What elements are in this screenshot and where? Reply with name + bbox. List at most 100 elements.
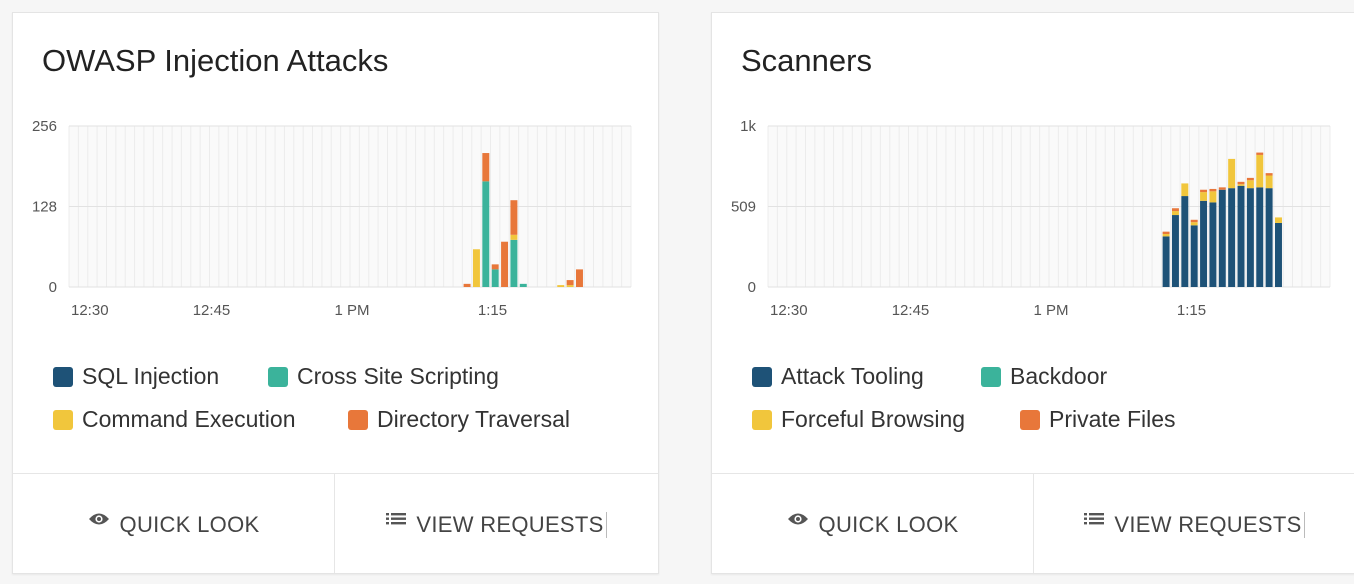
quick-look-button[interactable]: QUICK LOOK — [13, 474, 334, 584]
bar-segment — [1181, 196, 1189, 287]
bar-segment — [1256, 187, 1264, 287]
bar-segment — [1237, 184, 1245, 186]
scanners-card: Scanners 0 509 1k 12:30 12:45 1 PM 1:15 Attack… — [711, 12, 1354, 574]
eye-icon — [88, 512, 110, 526]
view-requests-button[interactable]: VIEW REQUESTS — [1034, 474, 1354, 584]
legend-item-directory-traversal[interactable]: Directory Traversal — [348, 406, 570, 433]
bar-segment — [1200, 192, 1208, 201]
x-tick-label: 1:15 — [478, 302, 507, 319]
bar-segment — [1275, 217, 1282, 223]
x-tick-label: 12:30 — [71, 302, 109, 319]
bar-segment — [576, 269, 583, 287]
x-tick-label: 1:15 — [1177, 302, 1206, 319]
bar-segment — [1265, 188, 1273, 287]
view-requests-label: VIEW REQUESTS — [1114, 512, 1302, 537]
y-tick-label: 0 — [748, 279, 756, 296]
bar-segment — [482, 181, 490, 287]
bar-segment — [1171, 208, 1179, 212]
eye-icon — [787, 512, 809, 526]
card-title: OWASP Injection Attacks — [42, 43, 389, 78]
x-tick-label: 1 PM — [334, 302, 369, 319]
bar-segment — [501, 241, 509, 287]
list-icon — [1084, 512, 1105, 528]
bar-segment — [1209, 188, 1217, 192]
legend-swatch — [268, 366, 288, 387]
bar-segment — [1246, 180, 1254, 189]
y-tick-label: 1k — [740, 118, 756, 135]
bar-segment — [1275, 222, 1282, 287]
bar-segment — [1190, 225, 1198, 287]
bar-segment — [510, 239, 518, 287]
legend-item-sql-injection[interactable]: SQL Injection — [53, 363, 219, 390]
quick-look-label: QUICK LOOK — [818, 512, 959, 537]
bar-segment — [1200, 189, 1208, 193]
text-cursor — [605, 512, 607, 538]
y-tick-label: 128 — [32, 199, 57, 216]
x-tick-label: 1 PM — [1033, 302, 1068, 319]
quick-look-label: QUICK LOOK — [119, 512, 260, 537]
bar-segment — [1265, 173, 1273, 176]
quick-look-button[interactable]: QUICK LOOK — [712, 474, 1033, 584]
view-requests-label: VIEW REQUESTS — [416, 512, 604, 537]
legend-swatch — [981, 366, 1001, 387]
legend-item-backdoor[interactable]: Backdoor — [981, 363, 1107, 390]
legend-item-attack-tooling[interactable]: Attack Tooling — [752, 363, 924, 390]
bar-segment — [1246, 177, 1254, 181]
legend-swatch — [348, 409, 368, 430]
legend-label: Backdoor — [1010, 363, 1108, 389]
view-requests-button[interactable]: VIEW REQUESTS — [335, 474, 658, 584]
card-title: Scanners — [741, 43, 872, 78]
bar-segment — [1265, 175, 1273, 189]
scanners-chart: 0 509 1k 12:30 12:45 1 PM 1:15 — [731, 118, 1331, 319]
list-icon — [386, 512, 407, 528]
legend-label: Attack Tooling — [781, 363, 924, 389]
legend-item-cross-site-scripting[interactable]: Cross Site Scripting — [268, 363, 499, 390]
bar-segment — [1190, 222, 1198, 226]
bar-segment — [1181, 183, 1189, 197]
legend-label: Forceful Browsing — [781, 406, 966, 432]
legend-label: SQL Injection — [82, 363, 220, 389]
bar-segment — [510, 234, 518, 240]
x-tick-label: 12:30 — [770, 302, 808, 319]
bar-segment — [482, 153, 490, 182]
legend-item-command-execution[interactable]: Command Execution — [53, 406, 296, 433]
x-tick-label: 12:45 — [892, 302, 930, 319]
y-tick-label: 0 — [49, 279, 57, 296]
text-cursor — [1303, 512, 1305, 538]
bar-segment — [1209, 191, 1217, 203]
bar-segment — [463, 283, 471, 287]
y-tick-label: 256 — [32, 118, 57, 135]
bar-segment — [1256, 152, 1264, 155]
bar-segment — [1218, 189, 1226, 287]
legend-item-forceful-browsing[interactable]: Forceful Browsing — [752, 406, 965, 433]
legend-swatch — [53, 366, 73, 387]
legend-item-private-files[interactable]: Private Files — [1020, 406, 1176, 433]
bar-segment — [519, 283, 527, 287]
bar-segment — [1162, 234, 1170, 237]
bar-segment — [1171, 215, 1179, 287]
legend-label: Directory Traversal — [377, 406, 570, 432]
bar-segment — [1162, 236, 1170, 287]
owasp-chart: 0 128 256 12:30 12:45 1 PM 1:15 — [32, 118, 632, 319]
bar-segment — [472, 249, 480, 287]
x-tick-label: 12:45 — [193, 302, 231, 319]
owasp-card: OWASP Injection Attacks 0 128 256 12:30 12:4… — [12, 12, 659, 574]
legend-swatch — [752, 366, 772, 387]
bar-segment — [1256, 154, 1264, 188]
bar-segment — [510, 200, 518, 235]
bar-segment — [1209, 202, 1217, 287]
bar-segment — [566, 280, 574, 286]
bar-segment — [1162, 231, 1170, 235]
legend-swatch — [53, 409, 73, 430]
bar-segment — [491, 264, 499, 270]
bar-segment — [491, 269, 499, 287]
bar-segment — [1237, 181, 1245, 185]
legend-label: Command Execution — [82, 406, 296, 432]
legend-swatch — [1020, 409, 1040, 430]
bar-segment — [557, 285, 565, 287]
bar-segment — [1218, 187, 1226, 190]
bar-segment — [1228, 158, 1236, 189]
bar-segment — [1190, 219, 1198, 223]
legend-swatch — [752, 409, 772, 430]
legend-label: Private Files — [1049, 406, 1176, 432]
